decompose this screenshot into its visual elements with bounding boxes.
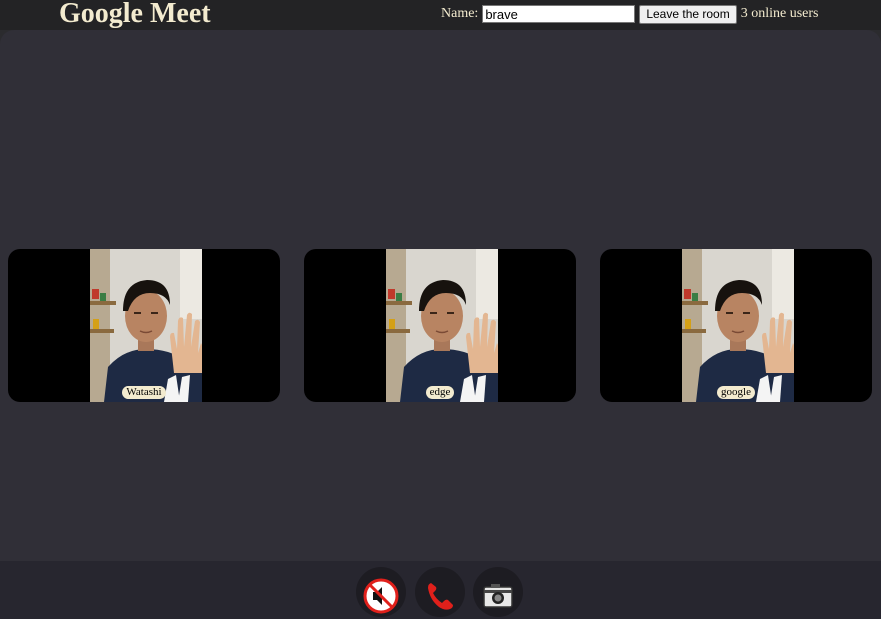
- participant-tile: google: [600, 249, 872, 402]
- participant-video: [90, 249, 202, 402]
- leave-room-button[interactable]: Leave the room: [639, 4, 737, 24]
- mute-button[interactable]: [356, 567, 406, 617]
- call-controls-bar: [0, 561, 881, 619]
- name-input[interactable]: [482, 5, 636, 23]
- online-users-count: 3 online users: [740, 6, 819, 21]
- participant-tile: Watashi: [8, 249, 280, 402]
- top-bar: Google Meet Name: Leave the room 3 onlin…: [0, 0, 881, 30]
- participant-video: [682, 249, 794, 402]
- participant-video: [386, 249, 498, 402]
- hangup-button[interactable]: [415, 567, 465, 617]
- video-stage: Watashi edge google: [0, 30, 881, 561]
- phone-icon: [428, 582, 453, 610]
- muted-speaker-icon: [363, 578, 399, 613]
- participant-tile: edge: [304, 249, 576, 402]
- name-form: Name: Leave the room 3 online users: [441, 4, 818, 24]
- camera-icon: [483, 583, 513, 608]
- name-label: Name:: [441, 6, 479, 21]
- camera-button[interactable]: [473, 567, 523, 617]
- app-title: Google Meet: [59, 0, 211, 29]
